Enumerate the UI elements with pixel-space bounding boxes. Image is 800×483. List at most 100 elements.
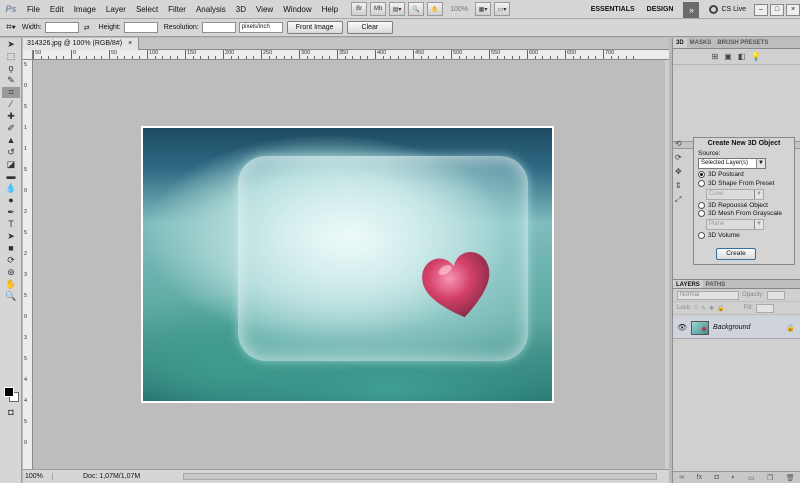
menu-window[interactable]: Window bbox=[278, 0, 316, 19]
spot-healing-tool-icon[interactable]: ✚ bbox=[2, 111, 20, 122]
radio-3d-volume[interactable] bbox=[698, 232, 705, 239]
blend-mode-select[interactable]: Normal bbox=[677, 290, 739, 300]
layer-row-background[interactable]: 👁 Background 🔒 bbox=[673, 317, 800, 339]
resolution-unit-select[interactable]: pixels/inch bbox=[238, 22, 283, 33]
menu-help[interactable]: Help bbox=[317, 0, 343, 19]
menu-edit[interactable]: Edit bbox=[45, 0, 69, 19]
mini-bridge-button[interactable]: Mb bbox=[370, 2, 387, 16]
arrange-documents-button[interactable]: ▦▾ bbox=[475, 2, 491, 16]
gradient-tool-icon[interactable]: ▬ bbox=[2, 171, 20, 182]
swap-icon[interactable]: ⇄ bbox=[84, 24, 90, 32]
option-3d-postcard[interactable]: 3D Postcard bbox=[698, 171, 794, 178]
lock-position-icon[interactable]: ✥ bbox=[709, 305, 714, 312]
path-selection-tool-icon[interactable]: ➤ bbox=[2, 231, 20, 242]
lock-image-icon[interactable]: ✎ bbox=[701, 305, 706, 312]
height-field[interactable] bbox=[123, 22, 158, 33]
minimize-button[interactable]: – bbox=[754, 3, 768, 16]
front-image-button[interactable]: Front Image bbox=[286, 21, 343, 34]
radio-3d-shape-from-preset[interactable] bbox=[698, 180, 705, 187]
menu-view[interactable]: View bbox=[251, 0, 278, 19]
new-layer-icon[interactable]: ❐ bbox=[767, 474, 773, 482]
vertical-scrollbar[interactable] bbox=[665, 60, 669, 469]
eyedropper-tool-icon[interactable]: ⁄ bbox=[2, 99, 20, 110]
new-group-icon[interactable]: ▭ bbox=[748, 474, 755, 482]
menu-layer[interactable]: Layer bbox=[101, 0, 131, 19]
create-button[interactable]: Create bbox=[716, 248, 756, 260]
clone-stamp-tool-icon[interactable]: ▲ bbox=[2, 135, 20, 146]
3d-mesh-icon[interactable]: ▣ bbox=[724, 52, 732, 61]
radio-3d-repousse[interactable] bbox=[698, 202, 705, 209]
tab-3d[interactable]: 3D bbox=[673, 38, 687, 48]
bridge-button[interactable]: Br bbox=[351, 2, 368, 16]
tab-brush-presets[interactable]: BRUSH PRESETS bbox=[714, 38, 771, 48]
menu-filter[interactable]: Filter bbox=[163, 0, 191, 19]
tab-paths[interactable]: PATHS bbox=[703, 280, 728, 288]
zoom-level[interactable]: 100% bbox=[450, 6, 468, 13]
document-image[interactable] bbox=[141, 126, 554, 403]
eraser-tool-icon[interactable]: ◪ bbox=[2, 159, 20, 170]
menu-analysis[interactable]: Analysis bbox=[191, 0, 231, 19]
3d-object-roll-icon[interactable]: ⟳ bbox=[675, 153, 689, 164]
history-brush-tool-icon[interactable]: ↺ bbox=[2, 147, 20, 158]
workspace-essentials[interactable]: ESSENTIALS bbox=[585, 6, 641, 13]
tab-masks[interactable]: MASKS bbox=[687, 38, 715, 48]
option-3d-shape-from-preset[interactable]: 3D Shape From Preset bbox=[698, 180, 794, 187]
3d-orbit-tool-icon[interactable]: ⊛ bbox=[2, 267, 20, 278]
3d-material-icon[interactable]: ◧ bbox=[738, 52, 746, 61]
lock-transparent-icon[interactable]: □ bbox=[694, 305, 698, 311]
ruler-origin[interactable] bbox=[23, 50, 33, 60]
clear-button[interactable]: Clear bbox=[346, 21, 394, 34]
menu-3d[interactable]: 3D bbox=[231, 0, 251, 19]
3d-object-rotate-icon[interactable]: ⟲ bbox=[675, 139, 689, 150]
3d-object-slide-icon[interactable]: ⇕ bbox=[675, 181, 689, 192]
maximize-button[interactable]: □ bbox=[770, 3, 784, 16]
add-mask-icon[interactable]: ◘ bbox=[715, 474, 719, 481]
shape-tool-icon[interactable]: ■ bbox=[2, 243, 20, 254]
status-zoom[interactable]: 100% bbox=[23, 473, 53, 480]
3d-light-icon[interactable]: 💡 bbox=[751, 52, 761, 61]
lock-all-icon[interactable]: 🔒 bbox=[717, 305, 724, 312]
menu-file[interactable]: File bbox=[22, 0, 45, 19]
brush-tool-icon[interactable]: ✐ bbox=[2, 123, 20, 134]
vertical-ruler[interactable]: 5 0 5 1 1 5 0 2 5 2 3 5 0 3 5 4 4 5 0 bbox=[23, 60, 33, 469]
link-layers-icon[interactable]: ∞ bbox=[679, 474, 684, 481]
width-field[interactable] bbox=[44, 22, 79, 33]
radio-3d-postcard[interactable] bbox=[698, 171, 705, 178]
layer-style-icon[interactable]: fx bbox=[697, 474, 702, 481]
3d-rotate-tool-icon[interactable]: ⟳ bbox=[2, 255, 20, 266]
quick-selection-tool-icon[interactable]: ✎ bbox=[2, 75, 20, 86]
source-select[interactable]: Selected Layer(s) ▼ bbox=[698, 158, 766, 169]
zoom-tool-icon[interactable]: 🔍 bbox=[408, 2, 425, 16]
3d-object-drag-icon[interactable]: ✥ bbox=[675, 167, 689, 178]
zoom-tool-icon[interactable]: 🔍 bbox=[2, 291, 20, 302]
horizontal-scrollbar[interactable] bbox=[183, 473, 657, 480]
menu-select[interactable]: Select bbox=[131, 0, 163, 19]
screen-mode-button[interactable]: ▭▾ bbox=[494, 2, 510, 16]
quick-mask-icon[interactable]: ◘ bbox=[2, 407, 20, 418]
close-button[interactable]: × bbox=[786, 3, 800, 16]
move-tool-icon[interactable]: ➤ bbox=[2, 39, 20, 50]
delete-layer-icon[interactable]: 🗑 bbox=[786, 474, 795, 482]
hand-tool-icon[interactable]: ✋ bbox=[2, 279, 20, 290]
tab-layers[interactable]: LAYERS bbox=[673, 280, 703, 288]
opacity-field[interactable] bbox=[767, 290, 786, 300]
crop-tool-icon[interactable]: ⌗ bbox=[2, 87, 20, 98]
horizontal-ruler[interactable]: 50 0 50 100 150 200 250 300 350 400 450 500 550 600 65… bbox=[33, 50, 669, 60]
marquee-tool-icon[interactable]: ⬚ bbox=[2, 51, 20, 62]
3d-object-scale-icon[interactable]: ⤢ bbox=[675, 195, 689, 206]
workspace-design[interactable]: DESIGN bbox=[641, 6, 680, 13]
option-3d-mesh-from-grayscale[interactable]: 3D Mesh From Grayscale bbox=[698, 210, 794, 217]
dodge-tool-icon[interactable]: ● bbox=[2, 195, 20, 206]
option-3d-repousse[interactable]: 3D Repoussé Object bbox=[698, 202, 794, 209]
option-3d-volume[interactable]: 3D Volume bbox=[698, 232, 794, 239]
blur-tool-icon[interactable]: 💧 bbox=[2, 183, 20, 194]
hand-tool-icon[interactable]: ✋ bbox=[427, 2, 444, 16]
cs-live-button[interactable]: CS Live bbox=[703, 5, 752, 14]
document-tab[interactable]: 314326.jpg @ 100% (RGB/8#) × bbox=[23, 38, 140, 50]
eye-icon[interactable]: 👁 bbox=[677, 323, 687, 332]
resolution-field[interactable] bbox=[201, 22, 236, 33]
type-tool-icon[interactable]: T bbox=[2, 219, 20, 230]
layer-name[interactable]: Background bbox=[713, 324, 782, 331]
foreground-color-swatch[interactable] bbox=[4, 387, 14, 397]
crop-tool-icon[interactable]: ⌗▾ bbox=[6, 22, 16, 33]
